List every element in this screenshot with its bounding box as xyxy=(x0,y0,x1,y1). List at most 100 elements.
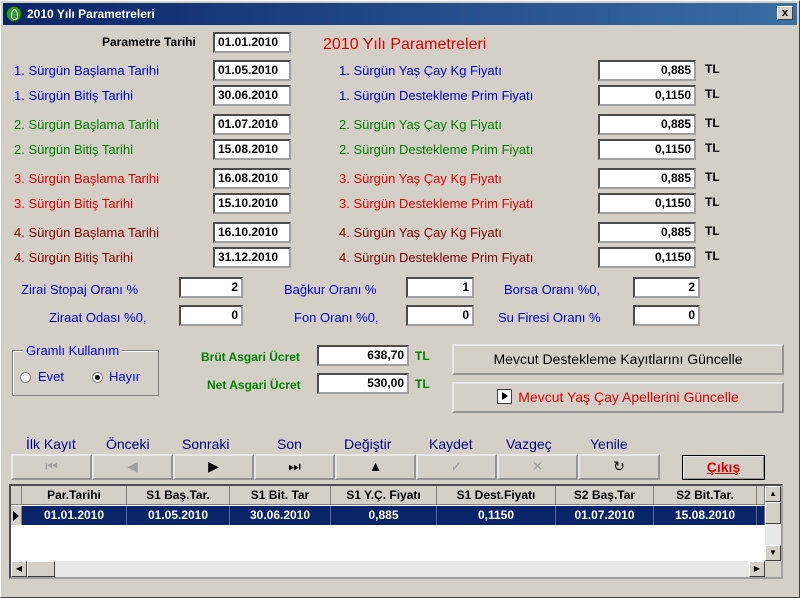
sprout2-price-label: 2. Sürgün Yaş Çay Kg Fiyatı xyxy=(339,117,502,132)
grid-cell[interactable]: 30.06.2010 xyxy=(230,506,331,525)
nav-first-button[interactable]: ⏮ xyxy=(11,454,92,480)
nav-label-last: Son xyxy=(277,436,302,452)
radio-hayir-label[interactable]: Hayır xyxy=(109,369,140,384)
grid-cell[interactable]: 15.08.2010 xyxy=(654,506,757,525)
grid-header-par-tarihi[interactable]: Par.Tarihi xyxy=(22,486,127,505)
sprout4-price-input[interactable]: 0,885 xyxy=(598,222,696,243)
window-title: 2010 Yılı Parametreleri xyxy=(27,7,155,21)
net-wage-label: Net Asgari Ücret xyxy=(207,378,301,392)
nav-prev-button[interactable]: ◀ xyxy=(92,454,173,480)
nav-next-button[interactable]: ▶ xyxy=(173,454,254,480)
sprout2-premium-input[interactable]: 0,1150 xyxy=(598,139,696,160)
exit-button[interactable]: Çıkış xyxy=(682,455,765,480)
title-bar[interactable]: 2010 Yılı Parametreleri x xyxy=(3,3,797,25)
sprout3-price-label: 3. Sürgün Yaş Çay Kg Fiyatı xyxy=(339,171,502,186)
grid-header-more xyxy=(757,486,765,505)
sprout4-end-input[interactable]: 31.12.2010 xyxy=(213,247,291,268)
nav-label-refresh: Yenile xyxy=(590,436,628,452)
radio-hayir[interactable] xyxy=(92,372,103,383)
scroll-right-icon[interactable]: ▶ xyxy=(749,561,765,577)
scroll-left-icon[interactable]: ◀ xyxy=(11,561,27,577)
update-support-button[interactable]: Mevcut Destekleme Kayıtlarını Güncelle xyxy=(452,344,784,375)
check-icon: ✓ xyxy=(450,458,463,474)
sprout3-premium-input[interactable]: 0,1150 xyxy=(598,193,696,214)
ziraat-odasi-input[interactable]: 0 xyxy=(179,305,243,326)
sprout1-price-input[interactable]: 0,885 xyxy=(598,60,696,81)
grid-cell[interactable] xyxy=(757,506,765,525)
net-wage-input[interactable]: 530,00 xyxy=(317,373,409,394)
sprout2-premium-label: 2. Sürgün Destekleme Prim Fiyatı xyxy=(339,142,534,157)
sprout3-price-input[interactable]: 0,885 xyxy=(598,168,696,189)
records-grid[interactable]: Par.Tarihi S1 Baş.Tar. S1 Bit. Tar S1 Y.… xyxy=(9,484,783,579)
update-appeals-button[interactable]: Mevcut Yaş Çay Apellerini Güncelle xyxy=(452,382,784,413)
sprout3-premium-unit: TL xyxy=(705,195,720,209)
refresh-icon: ↻ xyxy=(613,458,625,474)
sprout2-premium-unit: TL xyxy=(705,141,720,155)
nav-label-cancel: Vazgeç xyxy=(506,436,552,452)
sprout4-price-unit: TL xyxy=(705,224,720,238)
bagkur-input[interactable]: 1 xyxy=(406,277,474,298)
nav-save-button[interactable]: ✓ xyxy=(416,454,497,480)
sprout4-start-input[interactable]: 16.10.2010 xyxy=(213,222,291,243)
exit-label: Çıkış xyxy=(706,459,741,475)
borsa-input[interactable]: 2 xyxy=(633,277,700,298)
play-icon xyxy=(497,389,513,404)
grid-cell[interactable]: 0,1150 xyxy=(437,506,556,525)
grid-header-s1-dest[interactable]: S1 Dest.Fiyatı xyxy=(437,486,556,505)
grid-header-s1-yc-fiyat[interactable]: S1 Y.Ç. Fiyatı xyxy=(331,486,437,505)
row-indicator[interactable] xyxy=(11,506,22,525)
scroll-up-icon[interactable]: ▲ xyxy=(765,486,781,502)
grid-indicator-header xyxy=(11,486,22,505)
sprout4-premium-input[interactable]: 0,1150 xyxy=(598,247,696,268)
zirai-stopaj-input[interactable]: 2 xyxy=(179,277,243,298)
sprout1-start-label: 1. Sürgün Başlama Tarihi xyxy=(14,63,160,78)
update-appeals-label: Mevcut Yaş Çay Apellerini Güncelle xyxy=(518,389,739,405)
h-scroll-thumb[interactable] xyxy=(27,561,55,577)
grid-cell[interactable]: 01.07.2010 xyxy=(556,506,654,525)
gross-wage-label: Brüt Asgari Ücret xyxy=(201,350,300,364)
scroll-down-icon[interactable]: ▼ xyxy=(765,545,781,561)
nav-refresh-button[interactable]: ↻ xyxy=(578,454,660,480)
sprout3-start-input[interactable]: 16.08.2010 xyxy=(213,168,291,189)
su-firesi-label: Su Firesi Oranı % xyxy=(498,310,601,325)
sprout2-start-input[interactable]: 01.07.2010 xyxy=(213,114,291,135)
sprout1-start-input[interactable]: 01.05.2010 xyxy=(213,60,291,81)
gross-wage-input[interactable]: 638,70 xyxy=(317,345,409,366)
grid-header-s1-bit[interactable]: S1 Bit. Tar xyxy=(230,486,331,505)
close-button[interactable]: x xyxy=(777,6,793,20)
nav-last-button[interactable]: ⏭ xyxy=(254,454,335,480)
sprout1-premium-unit: TL xyxy=(705,87,720,101)
main-window: 2010 Yılı Parametreleri x Parametre Tari… xyxy=(0,0,800,598)
edit-up-icon: ▲ xyxy=(368,458,383,474)
sprout3-end-label: 3. Sürgün Bitiş Tarihi xyxy=(14,196,133,211)
fon-input[interactable]: 0 xyxy=(406,305,474,326)
skip-first-icon: ⏮ xyxy=(45,458,58,474)
gross-wage-unit: TL xyxy=(415,349,430,363)
grid-header-s1-bas[interactable]: S1 Baş.Tar. xyxy=(127,486,230,505)
borsa-label: Borsa Oranı %0, xyxy=(504,282,601,297)
sprout3-end-input[interactable]: 15.10.2010 xyxy=(213,193,291,214)
nav-cancel-button[interactable]: ✕ xyxy=(497,454,578,480)
grid-header-s2-bas[interactable]: S2 Baş.Tar xyxy=(556,486,654,505)
cancel-x-icon: ✕ xyxy=(531,458,544,474)
grid-cell[interactable]: 01.01.2010 xyxy=(22,506,127,525)
sprout2-price-input[interactable]: 0,885 xyxy=(598,114,696,135)
sprout1-end-input[interactable]: 30.06.2010 xyxy=(213,85,291,106)
sprout2-price-unit: TL xyxy=(705,116,720,130)
radio-evet-label[interactable]: Evet xyxy=(38,369,64,384)
page-heading: 2010 Yılı Parametreleri xyxy=(323,36,487,53)
sprout2-end-input[interactable]: 15.08.2010 xyxy=(213,139,291,160)
radio-evet[interactable] xyxy=(20,372,31,383)
nav-edit-button[interactable]: ▲ xyxy=(335,454,416,480)
row-pointer-icon xyxy=(13,511,19,521)
grid-cell[interactable]: 01.05.2010 xyxy=(127,506,230,525)
param-date-input[interactable]: 01.01.2010 xyxy=(213,32,291,53)
su-firesi-input[interactable]: 0 xyxy=(633,305,700,326)
horizontal-scrollbar[interactable]: ◀ ▶ xyxy=(11,561,765,577)
sprout1-premium-input[interactable]: 0,1150 xyxy=(598,85,696,106)
scroll-thumb[interactable] xyxy=(765,502,781,524)
vertical-scrollbar[interactable]: ▲ ▼ xyxy=(765,486,781,561)
skip-last-icon: ⏭ xyxy=(288,458,301,474)
grid-header-s2-bit[interactable]: S2 Bit.Tar. xyxy=(654,486,757,505)
grid-cell[interactable]: 0,885 xyxy=(331,506,437,525)
